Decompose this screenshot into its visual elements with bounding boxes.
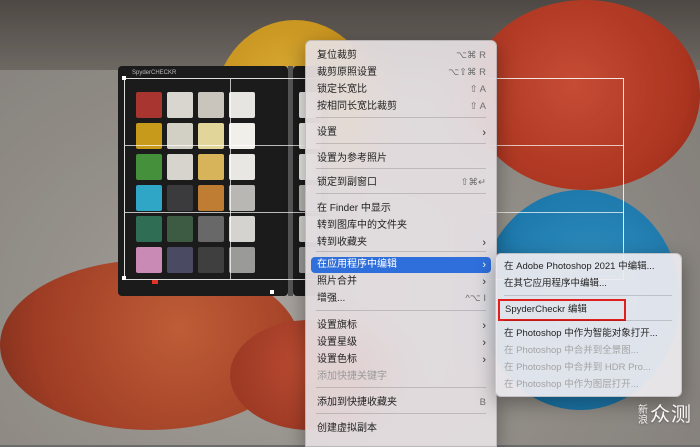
menu-item-label: 设置旗标 (317, 320, 357, 331)
submenu-item-label: 在 Photoshop 中合并到 HDR Pro... (504, 362, 651, 373)
chevron-right-icon: › (482, 127, 486, 139)
menu-separator (316, 117, 486, 118)
checker-brand-text: SpyderCHECKR (132, 70, 177, 76)
submenu-item-label: 在其它应用程序中编辑... (504, 278, 607, 289)
watermark-text: 众测 (650, 402, 692, 426)
menu-item[interactable]: 按相同长宽比裁剪 ⇧ A (311, 99, 491, 115)
chevron-right-icon: › (482, 354, 486, 366)
menu-item-label: 添加到快捷收藏夹 (317, 397, 397, 408)
submenu-item[interactable]: 在 Photoshop 中作为智能对象打开... (501, 326, 675, 342)
edit-in-submenu: 在 Adobe Photoshop 2021 中编辑... 在其它应用程序中编辑.… (495, 253, 682, 397)
submenu-item: 在 Photoshop 中合并到 HDR Pro... (501, 360, 675, 376)
chevron-right-icon: › (482, 320, 486, 332)
menu-item[interactable]: 创建虚拟副本 (311, 421, 491, 437)
menu-separator (316, 310, 486, 311)
submenu-item[interactable]: 在其它应用程序中编辑... (501, 276, 675, 292)
menu-item-shortcut: ⌥⇧⌘ R (448, 67, 486, 78)
menu-separator (316, 387, 486, 388)
watermark-small: 新浪 (638, 405, 650, 426)
menu-item[interactable]: 设置旗标 › (311, 318, 491, 334)
menu-item-shortcut: ⇧ A (469, 101, 486, 112)
menu-item-label: 锁定到副窗口 (317, 177, 377, 188)
context-menu: 复位裁剪 ⌥⌘ R 裁剪原照设置 ⌥⇧⌘ R 锁定长宽比 ⇧ A 按相同长宽比裁剪 ⇧ A 设置… (305, 40, 497, 447)
menu-item-label: 锁定长宽比 (317, 84, 367, 95)
menu-item[interactable]: 锁定长宽比 ⇧ A (311, 82, 491, 98)
menu-item[interactable]: 在 Finder 中显示 (311, 201, 491, 217)
menu-item[interactable]: 锁定到副窗口 ⇧⌘↵ (311, 175, 491, 191)
menu-item-label: 增强... (317, 293, 346, 304)
menu-item-label: 在 Finder 中显示 (317, 203, 391, 214)
watermark-small-bottom: 浪 (638, 414, 649, 426)
menu-item[interactable]: 增强... ^⌥ I (311, 291, 491, 307)
menu-item[interactable]: 添加到快捷收藏夹 B (311, 395, 491, 411)
menu-item: 添加快捷关键字 (311, 369, 491, 385)
crop-handle-bottom[interactable] (270, 290, 274, 294)
chevron-right-icon: › (482, 237, 486, 249)
submenu-item-spydercheckr[interactable]: SpyderCheckr 编辑 (498, 299, 626, 321)
chevron-right-icon: › (482, 276, 486, 288)
menu-separator (316, 251, 486, 252)
submenu-item: 在 Photoshop 中作为图层打开... (501, 377, 675, 393)
menu-item-label: 按相同长宽比裁剪 (317, 101, 397, 112)
submenu-item: 在 Photoshop 中合并到全景图... (501, 343, 675, 359)
menu-item-shortcut: ⇧⌘↵ (460, 177, 486, 188)
submenu-item-label: 在 Photoshop 中作为图层打开... (504, 379, 639, 390)
menu-item-shortcut: ⇧ A (469, 84, 486, 95)
menu-separator (316, 168, 486, 169)
menu-item[interactable]: 设置星级 › (311, 335, 491, 351)
submenu-item-label: SpyderCheckr 编辑 (505, 304, 587, 315)
chevron-right-icon: › (482, 337, 486, 349)
menu-item-label: 照片合并 (317, 276, 357, 287)
submenu-item[interactable]: 在 Adobe Photoshop 2021 中编辑... (501, 259, 675, 275)
menu-item-label: 添加快捷关键字 (317, 371, 387, 382)
menu-item[interactable]: 设置 › (311, 125, 491, 141)
menu-item-label: 设置星级 (317, 337, 357, 348)
menu-item[interactable]: 在应用程序中编辑 › (311, 257, 491, 273)
crop-grid-line (230, 79, 231, 279)
menu-item[interactable]: 设置为参考照片 (311, 151, 491, 167)
submenu-item-label: 在 Photoshop 中合并到全景图... (504, 345, 639, 356)
crop-handle-bottom-left[interactable] (122, 276, 126, 280)
submenu-separator (504, 295, 672, 296)
menu-item[interactable]: 裁剪原照设置 ⌥⇧⌘ R (311, 65, 491, 81)
menu-item[interactable]: 转到收藏夹 › (311, 235, 491, 251)
menu-item-label: 设置 (317, 127, 337, 138)
menu-item-label: 转到收藏夹 (317, 237, 367, 248)
submenu-item-label: 在 Photoshop 中作为智能对象打开... (504, 328, 658, 339)
menu-item-shortcut: ⌥⌘ R (456, 50, 486, 61)
crop-handle-top-left[interactable] (122, 76, 126, 80)
chevron-right-icon: › (482, 259, 486, 271)
watermark: 新浪众测 (638, 398, 692, 427)
menu-item-label: 裁剪原照设置 (317, 67, 377, 78)
menu-separator (316, 143, 486, 144)
menu-item-label: 创建虚拟副本 (317, 423, 377, 434)
menu-item-shortcut: B (479, 397, 486, 408)
menu-item[interactable]: 复位裁剪 ⌥⌘ R (311, 48, 491, 64)
menu-item-label: 设置为参考照片 (317, 153, 387, 164)
menu-separator (316, 413, 486, 414)
menu-item-label: 在应用程序中编辑 (317, 259, 397, 270)
menu-item[interactable]: 照片合并 › (311, 274, 491, 290)
menu-item-label: 设置色标 (317, 354, 357, 365)
menu-item[interactable]: 设置色标 › (311, 352, 491, 368)
menu-item[interactable]: 转到图库中的文件夹 (311, 218, 491, 234)
menu-item-label: 复位裁剪 (317, 50, 357, 61)
menu-item-label: 转到图库中的文件夹 (317, 220, 407, 231)
menu-item-shortcut: ^⌥ I (465, 293, 486, 304)
submenu-separator (504, 320, 672, 321)
menu-separator (316, 193, 486, 194)
checker-red-marker (152, 280, 158, 284)
submenu-item-label: 在 Adobe Photoshop 2021 中编辑... (504, 261, 655, 272)
